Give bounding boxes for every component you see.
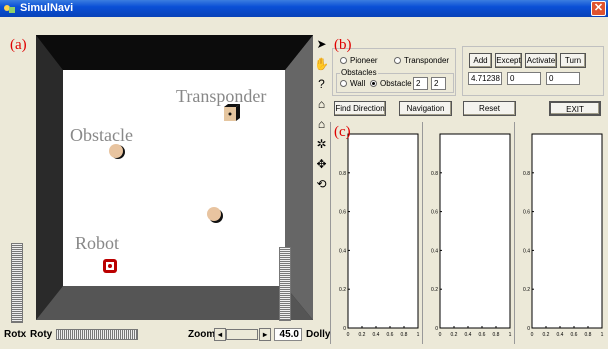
view-toolbar: ➤ ✋ ? ⌂ ⌂ ✲ ✥ ⟲ [313,36,330,191]
zoom-value-field[interactable]: 45.0 [274,328,302,341]
y-tick-label: 0.2 [523,287,530,293]
move-cross-icon[interactable]: ✥ [313,156,330,174]
y-tick-label: 0.2 [339,287,346,293]
find-direction-button[interactable]: Find Direction [334,101,386,116]
x-tick-label: 0.8 [493,332,500,338]
zoom-right-arrow-icon[interactable]: ▸ [259,328,271,341]
exit-button[interactable]: EXIT [549,101,601,116]
x-tick-label: 0.2 [359,332,366,338]
x-tick-label: 1 [509,332,512,338]
y-tick-label: 0.2 [431,287,438,293]
rotate-icon[interactable]: ⟲ [313,176,330,194]
simulnavi-window: SimulNavi ✕ Transponder Obstacle Robot (… [0,0,608,349]
x-tick-label: 0 [347,332,350,338]
x-tick-label: 0.4 [465,332,472,338]
left-panel [3,36,34,323]
view-control-bar: Rotx Roty Zoom ◂ ▸ 45.0 Dolly [0,325,330,345]
panel-label-a: (a) [10,37,27,53]
rotx-label: Rotx [4,329,27,340]
transponder-box [224,104,240,121]
x-tick-label: 0.4 [557,332,564,338]
x-tick-label: 0.2 [451,332,458,338]
wall-radio[interactable]: Wall [340,79,365,88]
app-icon [4,5,15,13]
navigation-button[interactable]: Navigation [399,101,452,116]
y-tick-label: 0.4 [431,248,438,254]
fan-icon[interactable]: ✲ [313,136,330,154]
plot-1: 0 0.2 0.4 0.6 0.8 0 0.2 0.4 0.6 0.8 1 [330,122,420,344]
y-tick-label: 0.4 [523,248,530,254]
obstacles-group-label: Obstacles [340,68,378,77]
obstacle-1 [109,144,125,159]
plot-area [347,133,419,329]
control-panel: Pioneer Transponder Obstacles Wall Obsta… [330,36,608,121]
plot-1-svg: 00.20.40.60.80 0.2 0.4 0.6 0.8 1 [339,133,420,338]
except-button[interactable]: Except [495,53,522,68]
x-tick-label: 0.6 [479,332,486,338]
rotx-slider[interactable] [11,243,23,323]
transponder-radio[interactable]: Transponder [394,56,449,65]
question-icon[interactable]: ? [313,76,330,94]
angle-field[interactable]: 4.71238 [468,72,502,85]
obstacle-count-field-1[interactable]: 2 [413,77,428,90]
home-icon[interactable]: ⌂ [313,96,330,114]
x-tick-label: 0.4 [373,332,380,338]
y-tick-label: 0.6 [431,210,438,216]
reset-button[interactable]: Reset [463,101,516,116]
dolly-slider[interactable] [279,247,291,321]
wall-label: Wall [350,79,366,88]
roty-slider[interactable] [56,329,138,340]
plot-2-svg: 00.20.40.60.80 0.2 0.4 0.6 0.8 1 [431,133,512,338]
plot-2: 0 0.2 0.4 0.6 0.8 0 0.2 0.4 0.6 0.8 1 [422,122,512,344]
arrow-pointer-icon[interactable]: ➤ [313,36,330,54]
plots-panel: 0 0.2 0.4 0.6 0.8 0 0.2 0.4 0.6 0.8 1 0 0.2 0.4 0.6 0.… [330,122,606,344]
zoom-label: Zoom [188,329,216,340]
close-button[interactable]: ✕ [591,1,606,16]
x-tick-label: 0.6 [387,332,394,338]
panel-label-b: (b) [334,37,352,53]
zoom-slider[interactable] [226,329,258,340]
y-tick-label: 0.8 [339,171,346,177]
obstacle-count-field-2[interactable]: 2 [431,77,446,90]
hand-icon[interactable]: ✋ [313,56,330,74]
plot-area [531,133,603,329]
roty-label: Roty [30,329,53,340]
robot-marker [103,259,117,273]
y-tick-label: 0.8 [523,171,530,177]
obstacle-radio-label: Obstacle [380,79,412,88]
zoom-left-arrow-icon[interactable]: ◂ [214,328,226,341]
scene-objects [103,104,240,273]
x-tick-label: 0.6 [571,332,578,338]
value-field-2[interactable]: 0 [507,72,541,85]
value-field-3[interactable]: 0 [546,72,580,85]
x-tick-label: 0 [439,332,442,338]
activate-button[interactable]: Activate [525,53,557,68]
x-tick-label: 0.8 [585,332,592,338]
add-button[interactable]: Add [469,53,492,68]
transponder-radio-label: Transponder [404,56,450,65]
pioneer-label: Pioneer [350,56,378,65]
title-bar[interactable]: SimulNavi ✕ [0,0,608,17]
window-title: SimulNavi [20,2,74,14]
obstacle-2 [207,207,223,223]
x-tick-label: 0.2 [543,332,550,338]
plot-area [439,133,511,329]
dolly-label: Dolly [306,329,331,340]
3d-scene-view[interactable]: Transponder Obstacle Robot [36,35,313,321]
x-tick-label: 0.8 [401,332,408,338]
turn-button[interactable]: Turn [560,53,586,68]
obstacle-radio[interactable]: Obstacle [370,79,412,88]
plot-3: 0 0.2 0.4 0.6 0.8 0 0.2 0.4 0.6 0.8 1 [514,122,604,344]
x-tick-label: 1 [417,332,420,338]
y-tick-label: 0.8 [431,171,438,177]
pioneer-radio[interactable]: Pioneer [340,56,378,65]
panel-label-c: (c) [334,124,351,140]
x-tick-label: 0 [531,332,534,338]
y-tick-label: 0.4 [339,248,346,254]
home-up-icon[interactable]: ⌂ [313,116,330,134]
plot-3-svg: 00.20.40.60.80 0.2 0.4 0.6 0.8 1 [523,133,604,338]
y-tick-label: 0.6 [523,210,530,216]
x-tick-label: 1 [601,332,604,338]
y-tick-label: 0.6 [339,210,346,216]
